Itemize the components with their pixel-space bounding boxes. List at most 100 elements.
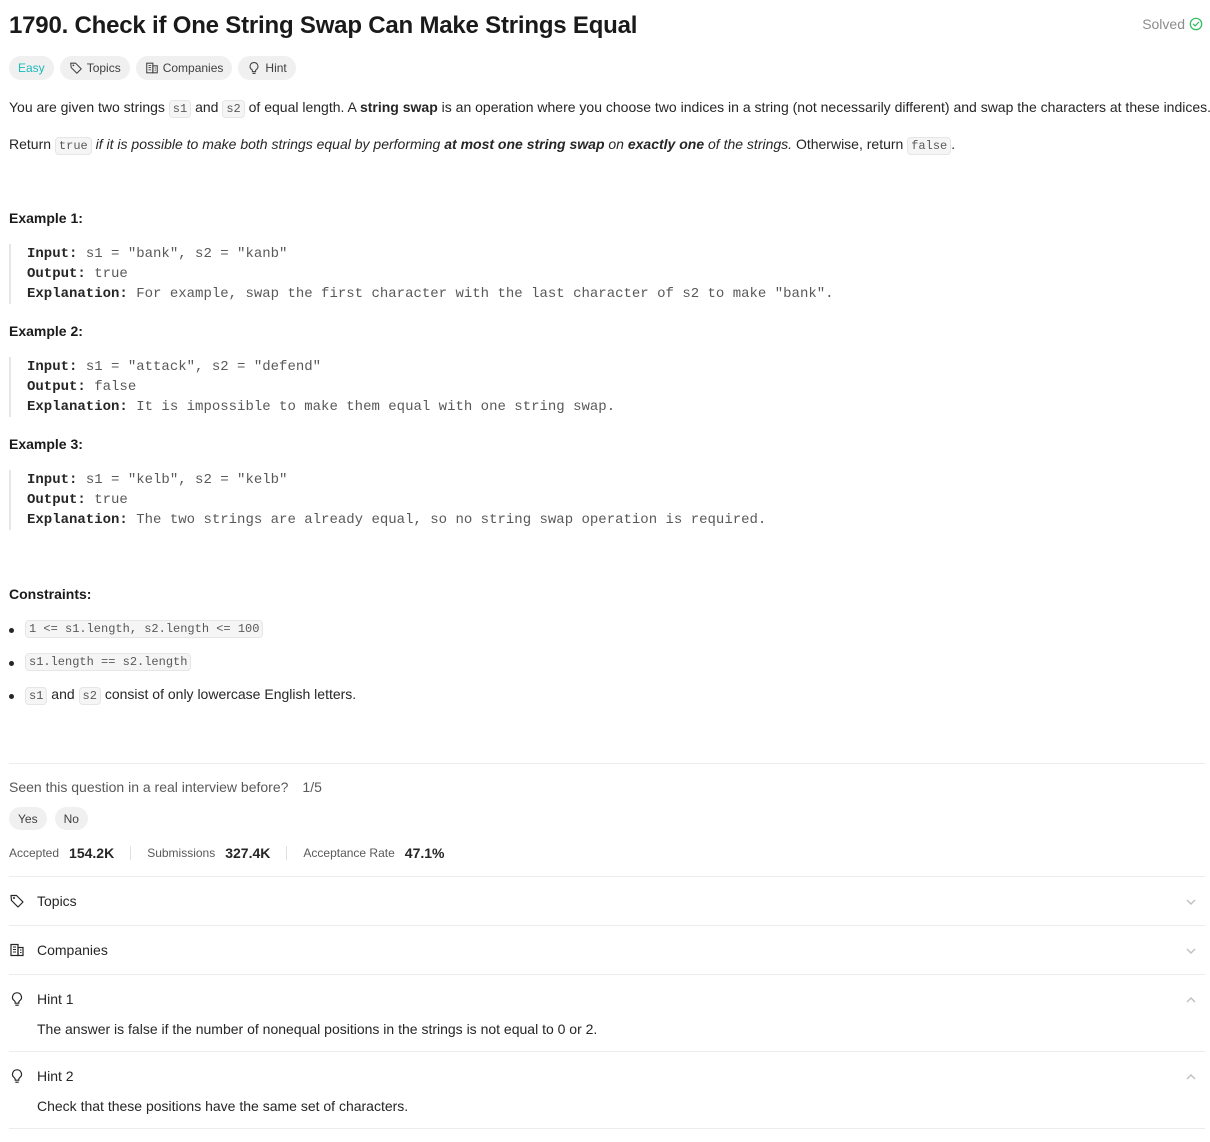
tag-icon [9,893,25,909]
constraints-list: 1 <= s1.length, s2.length <= 100 s1.leng… [9,620,356,719]
bold-italic-text: exactly one [627,136,705,152]
topics-tag[interactable]: Topics [59,56,130,80]
input-value: s1 = "kelb", s2 = "kelb" [77,472,288,488]
list-item: 1 <= s1.length, s2.length <= 100 [9,620,356,653]
example-3-heading: Example 3: [9,436,83,452]
explanation-label: Explanation: [27,286,128,302]
difficulty-tag[interactable]: Easy [9,56,54,80]
input-value: s1 = "attack", s2 = "defend" [77,359,322,375]
example-2-heading: Example 2: [9,323,83,339]
example-1-block: Input: s1 = "bank", s2 = "kanb" Output: … [9,244,909,304]
text: and [47,686,79,702]
explanation-label: Explanation: [27,399,128,415]
italic-text: if it is possible to make both strings e… [91,136,445,152]
bold-term: string swap [359,99,438,115]
text: Otherwise, return [792,136,908,152]
companies-accordion-label: Companies [37,942,108,958]
explanation-value: The two strings are already equal, so no… [127,512,767,528]
interview-count: 1/5 [302,779,322,795]
list-item: s1 and s2 consist of only lowercase Engl… [9,686,356,719]
interview-question: Seen this question in a real interview b… [9,779,322,795]
hint-1-title: Hint 1 [37,991,74,1007]
interview-answer-buttons: Yes No [9,807,88,830]
topics-accordion-label: Topics [37,893,77,909]
italic-text: of the strings. [704,136,793,152]
code-false: false [907,137,952,155]
example-3-block: Input: s1 = "kelb", s2 = "kelb" Output: … [9,470,909,530]
hint-1-accordion[interactable]: Hint 1 [9,975,1205,1023]
code-s2: s2 [78,687,101,705]
explanation-value: It is impossible to make them equal with… [127,399,616,415]
input-label: Input: [27,472,78,488]
explanation-label: Explanation: [27,512,128,528]
text: is an operation where you choose two ind… [437,99,1210,115]
hint-2-title: Hint 2 [37,1068,74,1084]
output-value: true [85,266,128,282]
code-s1: s1 [168,100,192,118]
tag-icon [69,61,83,75]
divider [9,1128,1205,1129]
output-label: Output: [27,492,86,508]
input-label: Input: [27,246,78,262]
lightbulb-icon [9,991,25,1007]
tag-row: Easy Topics Companies Hint [9,56,296,80]
acceptance-rate-label: Acceptance Rate [303,846,395,860]
hint-tag-label: Hint [265,61,287,75]
submissions-value: 327.4K [225,845,271,861]
input-value: s1 = "bank", s2 = "kanb" [77,246,288,262]
topics-accordion[interactable]: Topics [9,877,1205,925]
chevron-down-icon [1185,895,1197,907]
list-item: s1.length == s2.length [9,653,356,686]
lightbulb-icon [9,1068,25,1084]
submissions-label: Submissions [147,846,216,860]
output-label: Output: [27,379,86,395]
output-value: false [85,379,137,395]
accepted-label: Accepted [9,846,60,860]
separator [286,846,288,860]
input-label: Input: [27,359,78,375]
yes-button[interactable]: Yes [9,807,47,830]
no-button[interactable]: No [54,807,88,830]
text: and [191,99,223,115]
hint-2-text: Check that these positions have the same… [37,1098,409,1114]
companies-accordion[interactable]: Companies [9,926,1205,974]
text: consist of only lowercase English letter… [100,686,357,702]
text: Return [9,136,55,152]
companies-tag-label: Companies [162,61,224,75]
divider [9,763,1205,764]
solved-label: Solved [1142,16,1185,32]
accepted-value: 154.2K [69,845,115,861]
interview-question-text: Seen this question in a real interview b… [9,779,289,795]
acceptance-rate-value: 47.1% [404,845,445,861]
text: You are given two strings [9,99,169,115]
description-paragraph-1: You are given two strings s1 and s2 of e… [9,97,1210,119]
italic-text: on [604,136,628,152]
building-icon [145,61,159,75]
solved-badge: Solved [1142,16,1203,32]
example-2-block: Input: s1 = "attack", s2 = "defend" Outp… [9,357,909,417]
hint-1-text: The answer is false if the number of non… [37,1021,598,1037]
chevron-up-icon [1185,993,1197,1005]
chevron-down-icon [1185,944,1197,956]
separator [130,846,132,860]
text: of equal length. A [244,99,360,115]
page-title: 1790. Check if One String Swap Can Make … [9,12,638,39]
text: . [951,136,956,152]
hint-2-accordion[interactable]: Hint 2 [9,1052,1205,1100]
title-row: 1790. Check if One String Swap Can Make … [9,11,1205,41]
building-icon [9,942,25,958]
stats-row: Accepted 154.2K Submissions 327.4K Accepta… [9,845,444,861]
hint-tag[interactable]: Hint [238,56,296,80]
output-value: true [85,492,128,508]
check-circle-icon [1189,17,1203,31]
constraints-heading: Constraints: [9,586,92,602]
example-1-heading: Example 1: [9,210,83,226]
companies-tag[interactable]: Companies [135,56,233,80]
description-paragraph-2: Return true if it is possible to make bo… [9,134,955,156]
constraint-code: s1.length == s2.length [25,653,192,671]
code-true: true [54,137,92,155]
code-s1: s1 [25,687,48,705]
output-label: Output: [27,266,86,282]
bold-italic-text: at most one string swap [444,136,605,152]
chevron-up-icon [1185,1070,1197,1082]
